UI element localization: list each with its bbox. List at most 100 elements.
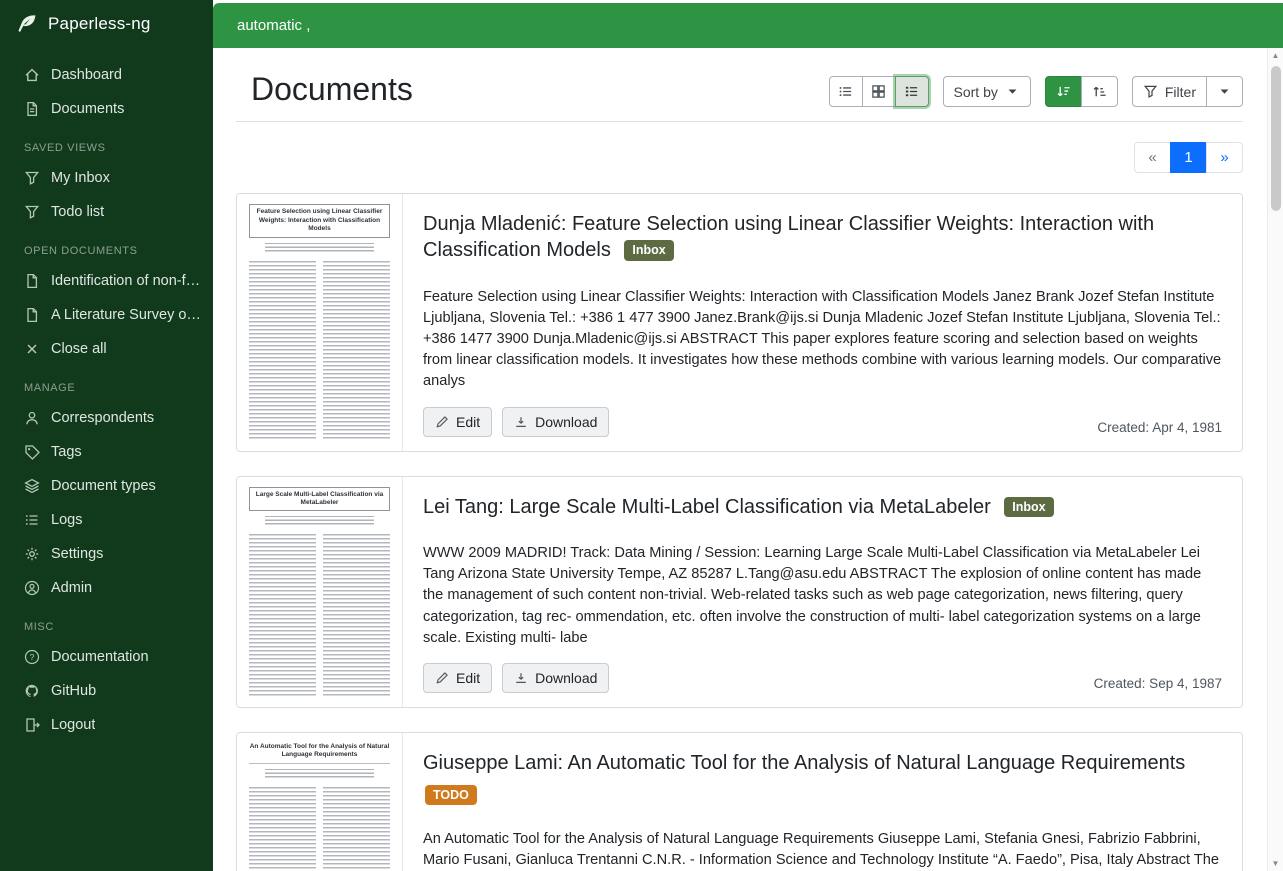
thumbnail-text <box>249 787 390 871</box>
pencil-icon <box>435 671 449 685</box>
section-heading-saved-views: SAVED VIEWS <box>0 126 213 161</box>
sidebar-item-admin[interactable]: Admin <box>0 571 213 605</box>
section-heading-misc: MISC <box>0 605 213 640</box>
chevron-down-icon <box>1217 84 1232 99</box>
section-heading-open-documents: OPEN DOCUMENTS <box>0 229 213 264</box>
tag-badge[interactable]: Inbox <box>1004 497 1053 518</box>
document-excerpt: An Automatic Tool for the Analysis of Na… <box>423 829 1222 871</box>
thumbnail-authors <box>265 769 374 780</box>
sidebar-item-label: Todo list <box>51 204 104 220</box>
sidebar-item-label: Identification of non-fu... <box>51 273 203 289</box>
sidebar-item-label: My Inbox <box>51 170 110 186</box>
filter-label: Filter <box>1165 84 1196 100</box>
sidebar-item-logs[interactable]: Logs <box>0 503 213 537</box>
search-input[interactable] <box>213 3 1283 48</box>
vertical-scrollbar[interactable]: ▲ ▼ <box>1267 48 1283 871</box>
person-circle-icon <box>24 580 40 596</box>
sidebar-item-github[interactable]: GitHub <box>0 674 213 708</box>
scroll-up-arrow-icon[interactable]: ▲ <box>1268 48 1283 63</box>
filter-dropdown-toggle[interactable] <box>1206 76 1243 107</box>
app-title: Paperless-ng <box>48 14 151 34</box>
sidebar-item-open-document-2[interactable]: A Literature Survey on ... <box>0 298 213 332</box>
sidebar-item-close-all[interactable]: Close all <box>0 332 213 366</box>
scroll-down-arrow-icon[interactable]: ▼ <box>1268 856 1283 871</box>
grid-view-icon <box>871 84 886 99</box>
sidebar-item-correspondents[interactable]: Correspondents <box>0 401 213 435</box>
created-date: Created: Sep 4, 1987 <box>1094 676 1222 693</box>
sort-direction-group <box>1045 76 1118 107</box>
list-view-button[interactable] <box>829 76 863 107</box>
list-icon <box>24 512 40 528</box>
tag-badge[interactable]: Inbox <box>624 240 673 261</box>
sidebar-item-open-document-1[interactable]: Identification of non-fu... <box>0 264 213 298</box>
document-actions: Edit Download <box>423 663 619 693</box>
thumbnail-authors <box>265 243 374 254</box>
sort-descending-button[interactable] <box>1045 76 1082 107</box>
file-icon <box>24 307 40 323</box>
toolbar: Sort by Filter <box>829 76 1243 107</box>
page-header: Documents Sort by <box>236 48 1243 122</box>
sidebar-item-label: Settings <box>51 546 103 562</box>
tag-badge[interactable]: TODO <box>425 785 477 806</box>
app-brand-link[interactable]: Paperless-ng <box>0 0 213 48</box>
pagination-page-1[interactable]: 1 <box>1170 142 1207 173</box>
edit-button[interactable]: Edit <box>423 663 492 693</box>
sidebar-item-label: Dashboard <box>51 67 122 83</box>
view-mode-toggle-group <box>829 76 929 107</box>
dashboard-icon <box>24 67 40 83</box>
person-icon <box>24 410 40 426</box>
github-icon <box>24 683 40 699</box>
sort-ascending-button[interactable] <box>1081 76 1118 107</box>
download-button[interactable]: Download <box>502 663 609 693</box>
edit-button[interactable]: Edit <box>423 407 492 437</box>
sidebar-item-label: Document types <box>51 478 156 494</box>
pagination-next[interactable]: » <box>1206 142 1243 173</box>
document-thumbnail[interactable]: Large Scale Multi-Label Classification v… <box>237 477 403 707</box>
document-title-text: Dunja Mladenić: Feature Selection using … <box>423 213 1154 261</box>
document-thumbnail[interactable]: Feature Selection using Linear Classifie… <box>237 194 403 450</box>
grid-view-button[interactable] <box>862 76 896 107</box>
sidebar-item-tags[interactable]: Tags <box>0 435 213 469</box>
sidebar-item-label: Correspondents <box>51 410 154 426</box>
thumbnail-text <box>249 534 390 697</box>
detail-view-button[interactable] <box>895 76 929 107</box>
file-icon <box>24 273 40 289</box>
sidebar-item-my-inbox[interactable]: My Inbox <box>0 161 213 195</box>
sidebar-item-document-types[interactable]: Document types <box>0 469 213 503</box>
pagination-prev[interactable]: « <box>1134 142 1171 173</box>
document-card: Feature Selection using Linear Classifie… <box>236 193 1243 451</box>
top-search-bar <box>213 3 1283 48</box>
sort-by-dropdown[interactable]: Sort by <box>943 76 1031 107</box>
document-title[interactable]: Dunja Mladenić: Feature Selection using … <box>423 211 1222 263</box>
page-title: Documents <box>251 72 413 107</box>
document-title[interactable]: Lei Tang: Large Scale Multi-Label Classi… <box>423 494 1222 520</box>
download-label: Download <box>535 414 597 430</box>
document-title-text: Lei Tang: Large Scale Multi-Label Classi… <box>423 496 991 518</box>
sidebar-item-logout[interactable]: Logout <box>0 708 213 742</box>
thumbnail-authors <box>265 516 374 527</box>
edit-label: Edit <box>456 670 480 686</box>
sidebar-item-settings[interactable]: Settings <box>0 537 213 571</box>
document-card: Large Scale Multi-Label Classification v… <box>236 476 1243 708</box>
detail-view-icon <box>904 84 919 99</box>
filter-button[interactable]: Filter <box>1132 76 1207 107</box>
sidebar-nav: Dashboard Documents SAVED VIEWS My Inbox… <box>0 48 213 742</box>
pagination: « 1 » <box>236 142 1243 173</box>
sidebar-item-label: GitHub <box>51 683 96 699</box>
logout-icon <box>24 717 40 733</box>
scrollbar-thumb[interactable] <box>1271 66 1281 211</box>
sidebar-item-label: Close all <box>51 341 107 357</box>
thumbnail-title: Feature Selection using Linear Classifie… <box>249 204 390 237</box>
sidebar-item-label: Tags <box>51 444 82 460</box>
download-button[interactable]: Download <box>502 407 609 437</box>
sidebar-item-todo-list[interactable]: Todo list <box>0 195 213 229</box>
paperless-logo-icon <box>16 13 38 35</box>
thumbnail-text <box>249 261 390 441</box>
sidebar-item-documents[interactable]: Documents <box>0 92 213 126</box>
document-thumbnail[interactable]: An Automatic Tool for the Analysis of Na… <box>237 733 403 871</box>
main-content: Documents Sort by <box>213 48 1267 871</box>
sidebar-item-documentation[interactable]: Documentation <box>0 640 213 674</box>
sidebar-item-dashboard[interactable]: Dashboard <box>0 58 213 92</box>
document-title[interactable]: Giuseppe Lami: An Automatic Tool for the… <box>423 750 1222 806</box>
edit-label: Edit <box>456 414 480 430</box>
